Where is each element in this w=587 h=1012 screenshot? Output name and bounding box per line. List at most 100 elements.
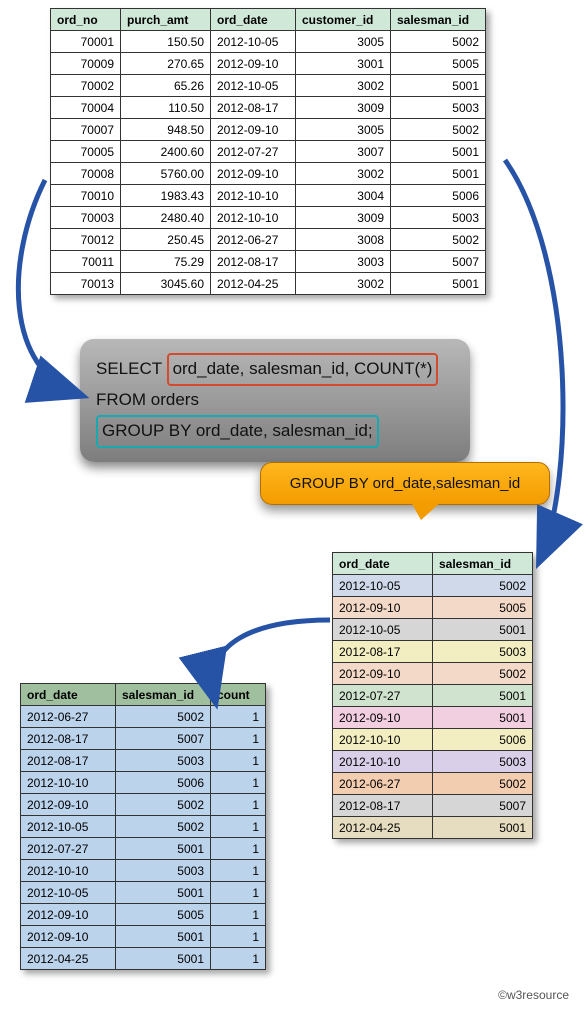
table-cell: 70003 xyxy=(51,207,121,229)
table-cell: 5002 xyxy=(433,773,533,795)
table-row: 700052400.602012-07-2730075001 xyxy=(51,141,486,163)
table-cell: 5001 xyxy=(391,273,486,295)
table-cell: 2012-06-27 xyxy=(21,706,116,728)
table-row: 70009270.652012-09-1030015005 xyxy=(51,53,486,75)
table-row: 2012-06-2750021 xyxy=(21,706,266,728)
table-cell: 3005 xyxy=(296,31,391,53)
table-cell: 70011 xyxy=(51,251,121,273)
table-cell: 1 xyxy=(211,882,266,904)
table-cell: 5002 xyxy=(433,663,533,685)
table-cell: 5001 xyxy=(391,163,486,185)
table-cell: 70010 xyxy=(51,185,121,207)
table-cell: 5003 xyxy=(391,97,486,119)
table-row: 2012-10-1050031 xyxy=(21,860,266,882)
table-row: 2012-09-105002 xyxy=(333,663,533,685)
table-cell: 5002 xyxy=(391,119,486,141)
table-cell: 5001 xyxy=(433,707,533,729)
orders-header: ord_date xyxy=(211,9,296,31)
table-row: 2012-10-055002 xyxy=(333,575,533,597)
table-cell: 5007 xyxy=(116,728,211,750)
table-cell: 2012-09-10 xyxy=(211,53,296,75)
table-cell: 1 xyxy=(211,816,266,838)
table-row: 2012-09-1050021 xyxy=(21,794,266,816)
table-row: 7001175.292012-08-1730035007 xyxy=(51,251,486,273)
table-cell: 70013 xyxy=(51,273,121,295)
table-row: 70012250.452012-06-2730085002 xyxy=(51,229,486,251)
table-cell: 3008 xyxy=(296,229,391,251)
table-cell: 2012-04-25 xyxy=(21,948,116,970)
table-cell: 5001 xyxy=(391,141,486,163)
table-cell: 3002 xyxy=(296,75,391,97)
table-row: 2012-10-105006 xyxy=(333,729,533,751)
groupby-callout: GROUP BY ord_date,salesman_id xyxy=(260,462,550,505)
table-cell: 5001 xyxy=(433,619,533,641)
table-row: 70007948.502012-09-1030055002 xyxy=(51,119,486,141)
table-cell: 1 xyxy=(211,860,266,882)
table-cell: 1 xyxy=(211,926,266,948)
table-row: 2012-04-255001 xyxy=(333,817,533,839)
table-cell: 70004 xyxy=(51,97,121,119)
groupby-callout-text: GROUP BY ord_date,salesman_id xyxy=(290,475,520,492)
table-cell: 5005 xyxy=(116,904,211,926)
sql-from-line: FROM orders xyxy=(96,386,454,415)
table-cell: 1 xyxy=(211,772,266,794)
sql-groupby-line: GROUP BY ord_date, salesman_id; xyxy=(96,415,379,448)
table-cell: 2012-10-05 xyxy=(333,619,433,641)
table-cell: 5007 xyxy=(391,251,486,273)
table-cell: 5006 xyxy=(433,729,533,751)
table-cell: 2012-06-27 xyxy=(211,229,296,251)
table-row: 2012-10-1050061 xyxy=(21,772,266,794)
table-cell: 3001 xyxy=(296,53,391,75)
table-cell: 3004 xyxy=(296,185,391,207)
table-row: 2012-06-275002 xyxy=(333,773,533,795)
table-cell: 5001 xyxy=(116,926,211,948)
table-cell: 2012-09-10 xyxy=(211,119,296,141)
table-cell: 110.50 xyxy=(121,97,211,119)
table-cell: 5003 xyxy=(116,750,211,772)
table-row: 700101983.432012-10-1030045006 xyxy=(51,185,486,207)
table-row: 2012-09-1050011 xyxy=(21,926,266,948)
table-cell: 5002 xyxy=(116,706,211,728)
orders-header: salesman_id xyxy=(391,9,486,31)
grouped-header: ord_date xyxy=(333,553,433,575)
table-cell: 2012-07-27 xyxy=(333,685,433,707)
table-cell: 2012-09-10 xyxy=(21,926,116,948)
table-cell: 5002 xyxy=(391,229,486,251)
sql-query-box: SELECT ord_date, salesman_id, COUNT(*) F… xyxy=(80,339,470,462)
table-row: 7000265.262012-10-0530025001 xyxy=(51,75,486,97)
table-cell: 5002 xyxy=(116,794,211,816)
table-cell: 5006 xyxy=(116,772,211,794)
table-cell: 2012-10-10 xyxy=(21,772,116,794)
grouped-table: ord_datesalesman_id 2012-10-0550022012-0… xyxy=(332,552,533,839)
table-cell: 2012-09-10 xyxy=(21,904,116,926)
table-cell: 2012-09-10 xyxy=(21,794,116,816)
table-cell: 2012-10-05 xyxy=(211,31,296,53)
table-cell: 2012-06-27 xyxy=(333,773,433,795)
result-header: ord_date xyxy=(21,684,116,706)
table-row: 2012-07-275001 xyxy=(333,685,533,707)
table-cell: 3007 xyxy=(296,141,391,163)
table-cell: 5003 xyxy=(433,641,533,663)
table-row: 70004110.502012-08-1730095003 xyxy=(51,97,486,119)
table-cell: 2012-08-17 xyxy=(21,750,116,772)
table-cell: 5001 xyxy=(433,685,533,707)
table-cell: 270.65 xyxy=(121,53,211,75)
table-cell: 2012-08-17 xyxy=(211,97,296,119)
table-cell: 70001 xyxy=(51,31,121,53)
table-cell: 5760.00 xyxy=(121,163,211,185)
table-cell: 3045.60 xyxy=(121,273,211,295)
table-cell: 2012-10-05 xyxy=(21,882,116,904)
table-cell: 70002 xyxy=(51,75,121,97)
table-row: 70001150.502012-10-0530055002 xyxy=(51,31,486,53)
table-cell: 2012-10-05 xyxy=(333,575,433,597)
table-cell: 150.50 xyxy=(121,31,211,53)
grouped-header: salesman_id xyxy=(433,553,533,575)
table-row: 2012-10-0550021 xyxy=(21,816,266,838)
table-row: 2012-08-175007 xyxy=(333,795,533,817)
table-cell: 2012-08-17 xyxy=(21,728,116,750)
table-row: 2012-08-1750071 xyxy=(21,728,266,750)
table-cell: 5003 xyxy=(116,860,211,882)
table-cell: 70008 xyxy=(51,163,121,185)
table-cell: 2012-10-10 xyxy=(211,185,296,207)
table-cell: 1983.43 xyxy=(121,185,211,207)
